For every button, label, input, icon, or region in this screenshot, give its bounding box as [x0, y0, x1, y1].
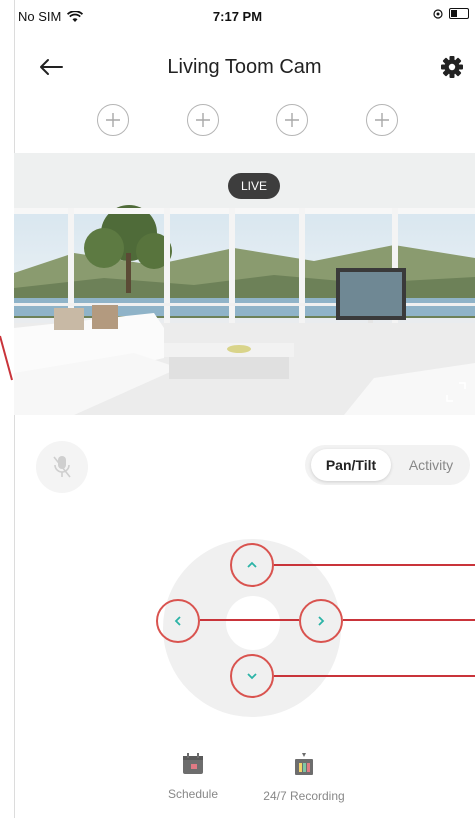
- status-time: 7:17 PM: [212, 9, 263, 24]
- microphone-button[interactable]: [36, 441, 88, 493]
- pan-tilt-center: [226, 596, 280, 650]
- plus-icon: [375, 113, 389, 127]
- chevron-left-icon: [174, 616, 181, 626]
- callout-line-left-button: [200, 619, 299, 621]
- callout-line-left: [0, 335, 13, 381]
- add-slot-button[interactable]: [366, 104, 398, 136]
- status-right: [433, 8, 469, 19]
- callout-line-down: [274, 675, 475, 677]
- microphone-muted-icon: [53, 456, 71, 478]
- tilt-up-button[interactable]: [230, 543, 274, 587]
- calendar-icon: [183, 753, 203, 774]
- callout-line-up: [274, 564, 475, 566]
- gear-icon: [441, 56, 463, 78]
- add-slot-button[interactable]: [187, 104, 219, 136]
- callout-line-right: [343, 619, 475, 621]
- pan-left-button[interactable]: [156, 599, 200, 643]
- plus-icon: [285, 113, 299, 127]
- fullscreen-button[interactable]: [445, 381, 467, 403]
- chevron-down-icon: [247, 673, 257, 680]
- live-badge: LIVE: [228, 173, 280, 199]
- fullscreen-icon: [446, 382, 466, 402]
- page-title: Living Toom Cam: [167, 56, 322, 78]
- recording-icon: [295, 753, 313, 775]
- header: Living Toom Cam: [14, 44, 475, 90]
- settings-button[interactable]: [435, 50, 469, 84]
- orientation-lock-icon: [433, 8, 443, 19]
- camera-slots: [14, 104, 475, 140]
- pan-right-button[interactable]: [299, 599, 343, 643]
- schedule-button[interactable]: Schedule: [143, 752, 243, 801]
- chevron-right-icon: [318, 616, 325, 626]
- battery-icon: [449, 8, 469, 19]
- chevron-up-icon: [247, 561, 257, 568]
- schedule-label: Schedule: [167, 787, 219, 801]
- tab-activity[interactable]: Activity: [395, 449, 467, 481]
- control-mode-toggle: Pan/Tilt Activity: [305, 445, 470, 485]
- status-bar: No SIM 7:17 PM: [0, 0, 475, 34]
- live-video-feed[interactable]: LIVE: [14, 153, 475, 415]
- recording-label: 24/7 Recording: [263, 789, 345, 803]
- recording-button[interactable]: 24/7 Recording: [254, 752, 354, 803]
- add-slot-button[interactable]: [97, 104, 129, 136]
- plus-icon: [196, 113, 210, 127]
- add-slot-button[interactable]: [276, 104, 308, 136]
- tilt-down-button[interactable]: [230, 654, 274, 698]
- plus-icon: [106, 113, 120, 127]
- tab-pan-tilt[interactable]: Pan/Tilt: [311, 449, 391, 481]
